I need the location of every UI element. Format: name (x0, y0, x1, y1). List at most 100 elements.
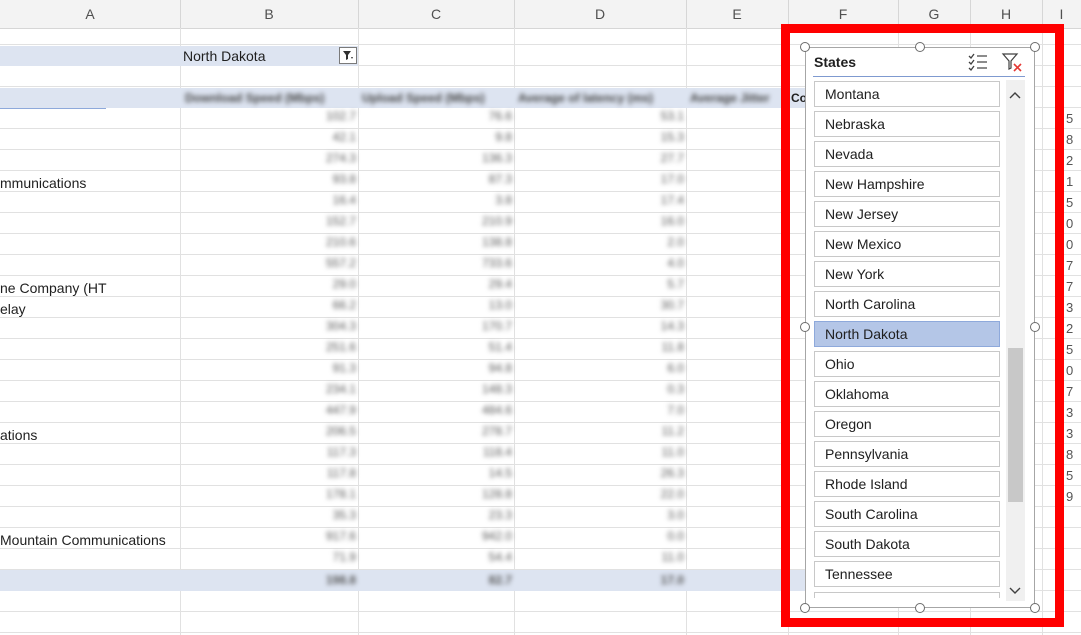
pivot-value-cell[interactable]: 23.3 (489, 508, 512, 522)
slicer-item[interactable]: Oklahoma (814, 381, 1000, 407)
slicer-item[interactable]: Pennsylvania (814, 441, 1000, 467)
slicer-item[interactable]: New Jersey (814, 201, 1000, 227)
pivot-value-cell[interactable]: 278.7 (482, 424, 512, 438)
pivot-value-cell[interactable]: 210.9 (482, 214, 512, 228)
slicer-item[interactable]: Montana (814, 81, 1000, 107)
pivot-value-cell[interactable]: 148.3 (482, 382, 512, 396)
resize-handle[interactable] (915, 603, 925, 613)
slicer-item[interactable]: North Dakota (814, 321, 1000, 347)
partial-cell-value[interactable]: 8 (1066, 132, 1073, 147)
resize-handle[interactable] (1030, 322, 1040, 332)
pivot-value-cell[interactable]: 0.3 (667, 382, 684, 396)
slicer-item[interactable]: South Carolina (814, 501, 1000, 527)
pivot-value-cell[interactable]: 9.8 (495, 130, 512, 144)
pivot-value-cell[interactable]: 136.3 (482, 151, 512, 165)
partial-cell-value[interactable]: 2 (1066, 321, 1073, 336)
partial-cell-value[interactable]: 3 (1066, 426, 1073, 441)
pivot-value-cell[interactable]: 557.2 (326, 256, 356, 270)
pivot-value-cell[interactable]: 11.0 (662, 445, 684, 459)
filter-dropdown-button[interactable] (339, 47, 357, 64)
pivot-value-cell[interactable]: 13.0 (489, 298, 512, 312)
scroll-down-icon[interactable] (1009, 582, 1021, 598)
pivot-value-cell[interactable]: 22.0 (661, 487, 684, 501)
pivot-value-cell[interactable]: 42.1 (333, 130, 356, 144)
pivot-value-cell[interactable]: 4.0 (667, 256, 684, 270)
pivot-value-cell[interactable]: 94.8 (489, 361, 512, 375)
slicer-scroll-thumb[interactable] (1008, 348, 1023, 502)
column-header-d[interactable]: D (514, 0, 687, 28)
pivot-value-cell[interactable]: 11.0 (662, 550, 684, 564)
pivot-value-cell[interactable]: 117.3 (327, 445, 356, 459)
pivot-value-cell[interactable]: 210.6 (326, 235, 356, 249)
pivot-value-cell[interactable]: 733.6 (482, 256, 512, 270)
row-label[interactable]: elay (0, 299, 26, 319)
partial-cell-value[interactable]: 5 (1066, 195, 1073, 210)
pivot-value-cell[interactable]: 15.3 (661, 130, 684, 144)
pivot-value-cell[interactable]: 138.8 (482, 235, 512, 249)
pivot-row-header-cell[interactable] (0, 88, 106, 108)
row-label[interactable]: ne Company (HT (0, 278, 107, 298)
column-header-b[interactable]: B (180, 0, 359, 28)
resize-handle[interactable] (915, 42, 925, 52)
pivot-value-cell[interactable]: 87.3 (489, 172, 512, 186)
pivot-value-cell[interactable]: 91.3 (333, 361, 356, 375)
pivot-value-cell[interactable]: 2.0 (667, 235, 684, 249)
pivot-value-cell[interactable]: 51.4 (489, 340, 512, 354)
pivot-value-cell[interactable]: 16.0 (661, 214, 684, 228)
resize-handle[interactable] (800, 42, 810, 52)
pivot-value-cell[interactable]: 29.0 (333, 277, 356, 291)
slicer-item[interactable]: Ohio (814, 351, 1000, 377)
partial-cell-value[interactable]: 7 (1066, 258, 1073, 273)
partial-cell-value[interactable]: 3 (1066, 405, 1073, 420)
pivot-value-cell[interactable]: 14.3 (661, 319, 684, 333)
slicer-item[interactable]: Oregon (814, 411, 1000, 437)
partial-cell-value[interactable]: 7 (1066, 279, 1073, 294)
partial-cell-value[interactable]: 0 (1066, 363, 1073, 378)
partial-cell-value[interactable]: 2 (1066, 153, 1073, 168)
pivot-value-cell[interactable]: 17.0 (661, 172, 684, 186)
partial-cell-value[interactable]: 5 (1066, 342, 1073, 357)
pivot-value-cell[interactable]: 93.8 (333, 172, 356, 186)
pivot-value-cell[interactable]: 6.0 (667, 361, 684, 375)
resize-handle[interactable] (1030, 42, 1040, 52)
pivot-value-cell[interactable]: 234.1 (326, 382, 356, 396)
slicer-item[interactable]: North Carolina (814, 291, 1000, 317)
partial-cell-value[interactable]: 0 (1066, 216, 1073, 231)
pivot-value-cell[interactable]: 11.2 (662, 424, 684, 438)
pivot-value-cell[interactable]: 152.7 (326, 214, 356, 228)
pivot-value-cell[interactable]: 71.9 (333, 550, 356, 564)
resize-handle[interactable] (800, 603, 810, 613)
slicer-item[interactable]: Rhode Island (814, 471, 1000, 497)
row-label[interactable]: ations (0, 425, 37, 445)
slicer-item[interactable]: Nevada (814, 141, 1000, 167)
pivot-value-cell[interactable]: 178.1 (326, 487, 356, 501)
pivot-value-cell[interactable]: 447.9 (326, 403, 356, 417)
pivot-value-cell[interactable]: 76.6 (489, 109, 512, 123)
pivot-value-cell[interactable]: 53.1 (661, 109, 684, 123)
pivot-value-cell[interactable]: 17.0 (661, 573, 684, 587)
pivot-value-cell[interactable]: 14.5 (489, 466, 512, 480)
slicer-item[interactable]: New Hampshire (814, 171, 1000, 197)
pivot-value-cell[interactable]: 35.3 (333, 508, 356, 522)
pivot-value-cell[interactable]: 7.0 (667, 403, 684, 417)
row-label[interactable]: Mountain Communications (0, 530, 166, 550)
resize-handle[interactable] (1030, 603, 1040, 613)
column-header-c[interactable]: C (358, 0, 515, 28)
pivot-value-cell[interactable]: 118.4 (483, 445, 512, 459)
partial-cell-value[interactable]: 9 (1066, 489, 1073, 504)
pivot-value-cell[interactable]: 11.8 (662, 340, 684, 354)
pivot-value-cell[interactable]: 484.6 (482, 403, 512, 417)
multi-select-icon[interactable] (967, 52, 989, 72)
pivot-value-cell[interactable]: 251.6 (326, 340, 356, 354)
pivot-value-cell[interactable]: 27.7 (661, 151, 684, 165)
pivot-value-cell[interactable]: 82.7 (489, 573, 512, 587)
scroll-up-icon[interactable] (1009, 86, 1021, 102)
pivot-value-cell[interactable]: 29.4 (489, 277, 512, 291)
pivot-value-cell[interactable]: 128.8 (482, 487, 512, 501)
slicer-item[interactable]: New York (814, 261, 1000, 287)
partial-cell-value[interactable]: 7 (1066, 384, 1073, 399)
pivot-value-cell[interactable]: 0.0 (667, 529, 684, 543)
row-label[interactable]: mmunications (0, 173, 86, 193)
pivot-value-cell[interactable]: 206.5 (326, 424, 356, 438)
resize-handle[interactable] (800, 322, 810, 332)
